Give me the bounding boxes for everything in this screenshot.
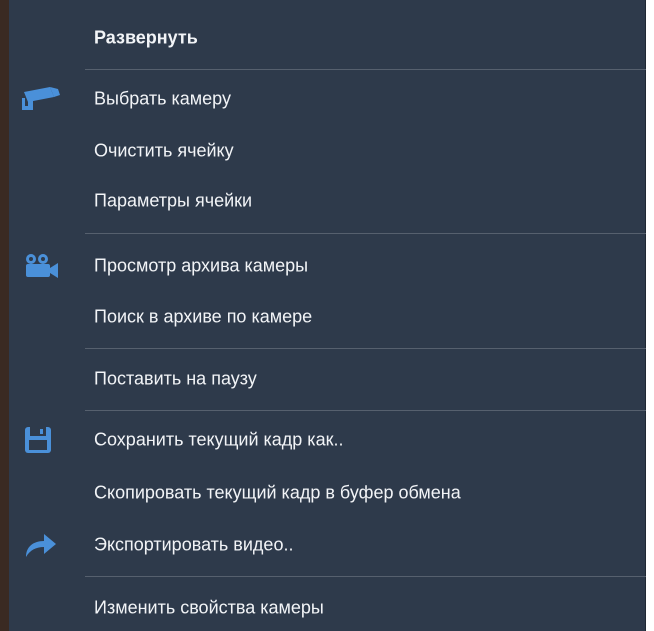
menu-item-export-video[interactable]: Экспортировать видео..	[9, 523, 645, 567]
menu-item-label: Параметры ячейки	[94, 190, 253, 211]
menu-item-label: Просмотр архива камеры	[94, 255, 309, 276]
menu-separator	[85, 410, 646, 411]
menu-item-pause[interactable]: Поставить на паузу	[9, 357, 645, 401]
menu-item-label: Поиск в архиве по камере	[94, 306, 313, 327]
save-icon	[18, 424, 64, 456]
context-menu: Развернуть Выбрать камеру Очистить ячейк…	[9, 0, 646, 631]
menu-item-save-frame[interactable]: Сохранить текущий кадр как..	[9, 418, 645, 462]
menu-item-label: Экспортировать видео..	[94, 534, 294, 555]
menu-item-copy-frame[interactable]: Скопировать текущий кадр в буфер обмена	[9, 471, 645, 515]
menu-separator	[85, 233, 646, 234]
menu-separator	[85, 69, 646, 70]
video-camera-icon	[18, 250, 64, 282]
menu-item-expand[interactable]: Развернуть	[9, 16, 645, 60]
menu-item-select-camera[interactable]: Выбрать камеру	[9, 77, 645, 121]
menu-item-search-archive[interactable]: Поиск в архиве по камере	[9, 295, 645, 339]
menu-item-label: Развернуть	[94, 27, 198, 48]
menu-separator	[85, 348, 646, 349]
menu-item-camera-props[interactable]: Изменить свойства камеры	[9, 586, 645, 630]
background-window-edge	[0, 0, 9, 631]
menu-item-label: Очистить ячейку	[94, 140, 234, 161]
menu-item-label: Сохранить текущий кадр как..	[94, 429, 344, 450]
menu-item-label: Выбрать камеру	[94, 88, 231, 109]
menu-separator	[85, 576, 646, 577]
security-camera-icon	[18, 83, 64, 115]
share-arrow-icon	[18, 529, 64, 561]
menu-item-cell-params[interactable]: Параметры ячейки	[9, 179, 645, 223]
menu-item-clear-cell[interactable]: Очистить ячейку	[9, 129, 645, 173]
menu-item-label: Изменить свойства камеры	[94, 597, 324, 618]
menu-item-label: Поставить на паузу	[94, 368, 257, 389]
background-window-edge	[646, 0, 654, 631]
menu-item-view-archive[interactable]: Просмотр архива камеры	[9, 244, 645, 288]
menu-item-label: Скопировать текущий кадр в буфер обмена	[94, 482, 461, 503]
